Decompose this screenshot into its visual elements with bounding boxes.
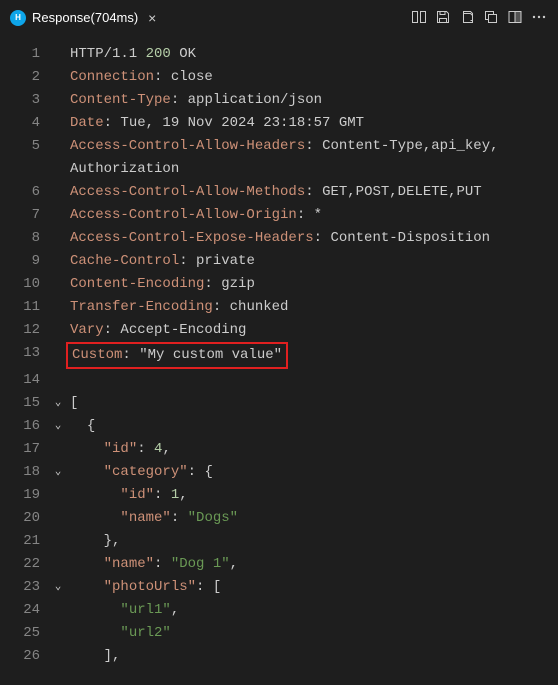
code-line: 22 "name": "Dog 1",	[0, 553, 558, 576]
line-number: 1	[0, 43, 50, 66]
code-line: 1 HTTP/1.1 200 OK	[0, 43, 558, 66]
line-content: Vary: Accept-Encoding	[66, 319, 246, 342]
line-number: 10	[0, 273, 50, 296]
line-content: {	[66, 415, 95, 438]
line-content: "url2"	[66, 622, 171, 645]
save-icon[interactable]	[432, 6, 454, 28]
line-content: [	[66, 392, 78, 415]
line-number: 4	[0, 112, 50, 135]
line-content: "category": {	[66, 461, 213, 484]
code-line: 20 "name": "Dogs"	[0, 507, 558, 530]
code-line: 26 ],	[0, 645, 558, 668]
line-content: Content-Type: application/json	[66, 89, 322, 112]
line-content: HTTP/1.1 200 OK	[66, 43, 196, 66]
response-tab[interactable]: H Response(704ms) ×	[0, 0, 168, 35]
line-content: "id": 1,	[66, 484, 188, 507]
line-content: Access-Control-Allow-Methods: GET,POST,D…	[66, 181, 482, 204]
code-line: 18⌄ "category": {	[0, 461, 558, 484]
fold-icon[interactable]: ⌄	[50, 415, 66, 438]
line-number: 12	[0, 319, 50, 342]
line-content: "name": "Dog 1",	[66, 553, 238, 576]
line-content: "url1",	[66, 599, 179, 622]
line-content: ],	[66, 645, 120, 668]
line-number: 24	[0, 599, 50, 622]
fold-icon[interactable]: ⌄	[50, 392, 66, 415]
code-line: 3 Content-Type: application/json	[0, 89, 558, 112]
line-content: Access-Control-Allow-Origin: *	[66, 204, 322, 227]
line-number: 13	[0, 342, 50, 365]
code-line: 4 Date: Tue, 19 Nov 2024 23:18:57 GMT	[0, 112, 558, 135]
tab-actions	[408, 6, 558, 28]
code-line: 6 Access-Control-Allow-Methods: GET,POST,…	[0, 181, 558, 204]
code-line: 17 "id": 4,	[0, 438, 558, 461]
copy-icon[interactable]	[480, 6, 502, 28]
line-number: 18	[0, 461, 50, 484]
code-line: 11 Transfer-Encoding: chunked	[0, 296, 558, 319]
line-content: Date: Tue, 19 Nov 2024 23:18:57 GMT	[66, 112, 364, 135]
code-line: 16⌄ {	[0, 415, 558, 438]
code-line: 25 "url2"	[0, 622, 558, 645]
line-number: 21	[0, 530, 50, 553]
line-number: 8	[0, 227, 50, 250]
line-number: 17	[0, 438, 50, 461]
line-number: 14	[0, 369, 50, 392]
line-content: "name": "Dogs"	[66, 507, 238, 530]
close-icon[interactable]: ×	[144, 10, 160, 26]
compare-icon[interactable]	[408, 6, 430, 28]
line-content: },	[66, 530, 120, 553]
more-icon[interactable]	[528, 6, 550, 28]
line-content: Connection: close	[66, 66, 213, 89]
http-icon: H	[10, 10, 26, 26]
line-content: "photoUrls": [	[66, 576, 221, 599]
line-number: 5	[0, 135, 50, 158]
code-line: 19 "id": 1,	[0, 484, 558, 507]
tab-title: Response(704ms)	[32, 10, 138, 25]
line-number: 9	[0, 250, 50, 273]
code-line: 23⌄ "photoUrls": [	[0, 576, 558, 599]
code-line: 14	[0, 369, 558, 392]
code-editor[interactable]: 1 HTTP/1.1 200 OK 2 Connection: close 3 Conte…	[0, 35, 558, 668]
line-number: 3	[0, 89, 50, 112]
fold-icon[interactable]: ⌄	[50, 576, 66, 599]
line-number: 19	[0, 484, 50, 507]
line-number: 22	[0, 553, 50, 576]
code-line: 9 Cache-Control: private	[0, 250, 558, 273]
line-number: 2	[0, 66, 50, 89]
line-number: 15	[0, 392, 50, 415]
code-line: 10 Content-Encoding: gzip	[0, 273, 558, 296]
code-line: 12 Vary: Accept-Encoding	[0, 319, 558, 342]
code-line: 2 Connection: close	[0, 66, 558, 89]
code-line: 7 Access-Control-Allow-Origin: *	[0, 204, 558, 227]
highlighted-line: Custom: "My custom value"	[66, 342, 288, 369]
code-line: 8 Access-Control-Expose-Headers: Content-…	[0, 227, 558, 250]
code-line: 5 Access-Control-Allow-Headers: Content-T…	[0, 135, 558, 158]
line-number: 26	[0, 645, 50, 668]
code-line: 21 },	[0, 530, 558, 553]
line-content: Access-Control-Allow-Headers: Content-Ty…	[66, 135, 499, 158]
line-content: Cache-Control: private	[66, 250, 255, 273]
line-number: 7	[0, 204, 50, 227]
line-content: Custom: "My custom value"	[66, 342, 288, 369]
code-line: 24 "url1",	[0, 599, 558, 622]
fold-icon[interactable]: ⌄	[50, 461, 66, 484]
line-content: "id": 4,	[66, 438, 171, 461]
line-number: 16	[0, 415, 50, 438]
split-editor-icon[interactable]	[504, 6, 526, 28]
line-number: 6	[0, 181, 50, 204]
code-line: 13 Custom: "My custom value"	[0, 342, 558, 369]
code-line: 15⌄[	[0, 392, 558, 415]
line-number: 23	[0, 576, 50, 599]
line-content: Access-Control-Expose-Headers: Content-D…	[66, 227, 490, 250]
line-content: Transfer-Encoding: chunked	[66, 296, 288, 319]
code-line: Authorization	[0, 158, 558, 181]
line-number: 25	[0, 622, 50, 645]
line-content: Authorization	[66, 158, 179, 181]
line-number: 11	[0, 296, 50, 319]
line-content: Content-Encoding: gzip	[66, 273, 255, 296]
line-number: 20	[0, 507, 50, 530]
tab-bar: H Response(704ms) ×	[0, 0, 558, 35]
save-all-icon[interactable]	[456, 6, 478, 28]
